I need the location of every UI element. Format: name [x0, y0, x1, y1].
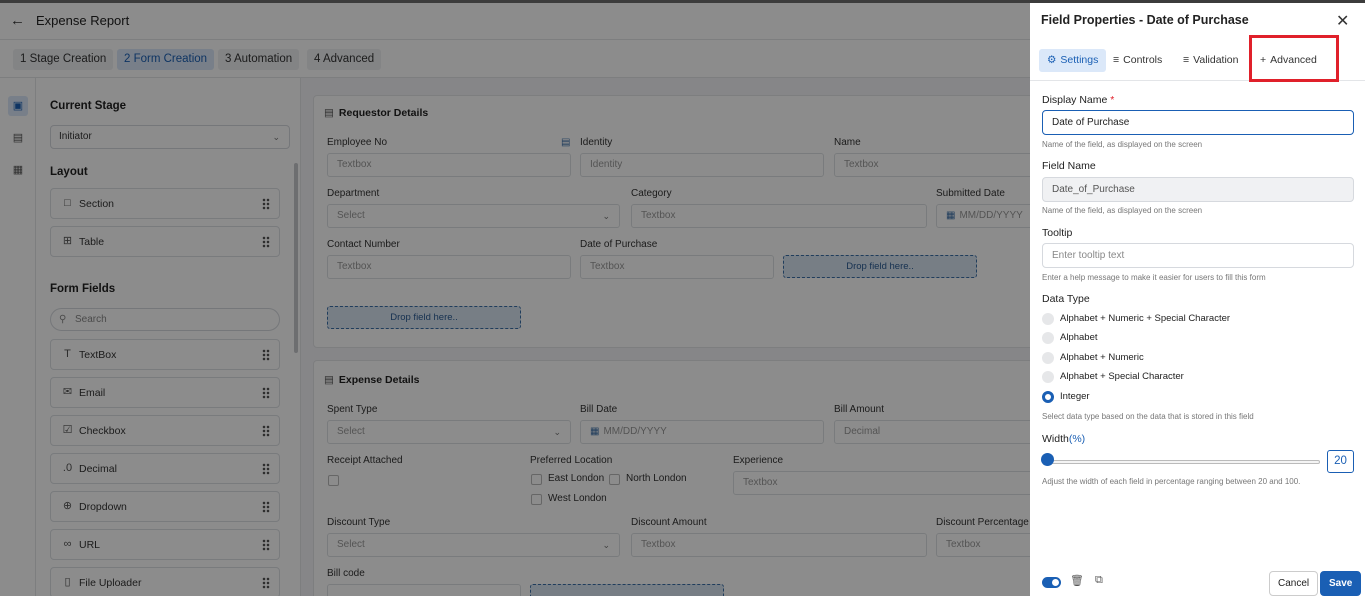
radio-alphabet[interactable] — [1042, 332, 1054, 344]
panel-title: Field Properties - Date of Purchase — [1041, 13, 1249, 27]
data-type-label: Data Type — [1042, 293, 1090, 305]
save-button[interactable]: Save — [1320, 571, 1362, 596]
radio-alpha-numeric-special[interactable] — [1042, 313, 1054, 325]
help-text: Enter a help message to make it easier f… — [1042, 273, 1266, 282]
tab-validation[interactable]: ≡ Validation — [1175, 49, 1246, 72]
radio-label: Alphabet + Numeric + Special Character — [1060, 313, 1231, 324]
width-slider-track[interactable] — [1048, 460, 1320, 464]
width-value-input[interactable]: 20 — [1327, 450, 1354, 473]
width-unit: (%) — [1068, 433, 1086, 445]
field-enabled-toggle[interactable] — [1042, 577, 1061, 588]
radio-label: Alphabet + Special Character — [1060, 371, 1184, 382]
radio-alpha-numeric[interactable] — [1042, 352, 1054, 364]
tab-label: Validation — [1193, 54, 1239, 66]
highlight-box — [1249, 35, 1339, 82]
radio-label: Alphabet + Numeric — [1060, 352, 1144, 363]
field-properties-panel: Field Properties - Date of Purchase ✕ ⚙ S… — [1030, 3, 1365, 596]
tab-controls[interactable]: ≡ Controls — [1105, 49, 1170, 72]
help-text: Name of the field, as displayed on the s… — [1042, 140, 1203, 149]
label-text: Width — [1042, 433, 1069, 445]
field-name-input: Date_of_Purchase — [1042, 177, 1354, 202]
field-name-label: Field Name — [1042, 160, 1096, 172]
tab-label: Controls — [1123, 54, 1163, 66]
radio-label: Alphabet — [1060, 332, 1098, 343]
required-mark: * — [1110, 94, 1115, 106]
help-text: Name of the field, as displayed on the s… — [1042, 206, 1203, 215]
radio-integer[interactable] — [1042, 391, 1054, 403]
cancel-button[interactable]: Cancel — [1269, 571, 1319, 596]
tooltip-input[interactable]: Enter tooltip text — [1042, 243, 1354, 268]
tooltip-label: Tooltip — [1042, 227, 1073, 239]
tab-settings[interactable]: ⚙ Settings — [1039, 49, 1107, 72]
tab-label: Settings — [1060, 54, 1099, 66]
list-check-icon: ≡ — [1183, 54, 1190, 66]
modal-backdrop[interactable] — [0, 3, 1030, 596]
copy-icon[interactable]: ⧉ — [1095, 574, 1103, 587]
close-icon[interactable]: ✕ — [1336, 11, 1349, 31]
label-text: Display Name — [1042, 94, 1108, 106]
help-text: Select data type based on the data that … — [1042, 412, 1254, 421]
width-slider-handle[interactable] — [1041, 453, 1054, 466]
display-name-label: Display Name * — [1042, 94, 1114, 106]
sliders-icon: ≡ — [1113, 54, 1120, 66]
help-text: Adjust the width of each field in percen… — [1042, 477, 1301, 486]
radio-label: Integer — [1060, 391, 1090, 402]
width-label: Width(%) — [1042, 433, 1085, 445]
radio-alpha-special[interactable] — [1042, 371, 1054, 383]
trash-icon[interactable]: 🗑 — [1070, 574, 1084, 587]
panel-footer: 🗑 ⧉ Cancel Save — [1030, 563, 1365, 596]
display-name-input[interactable]: Date of Purchase — [1042, 110, 1354, 135]
gear-icon: ⚙ — [1047, 54, 1057, 66]
